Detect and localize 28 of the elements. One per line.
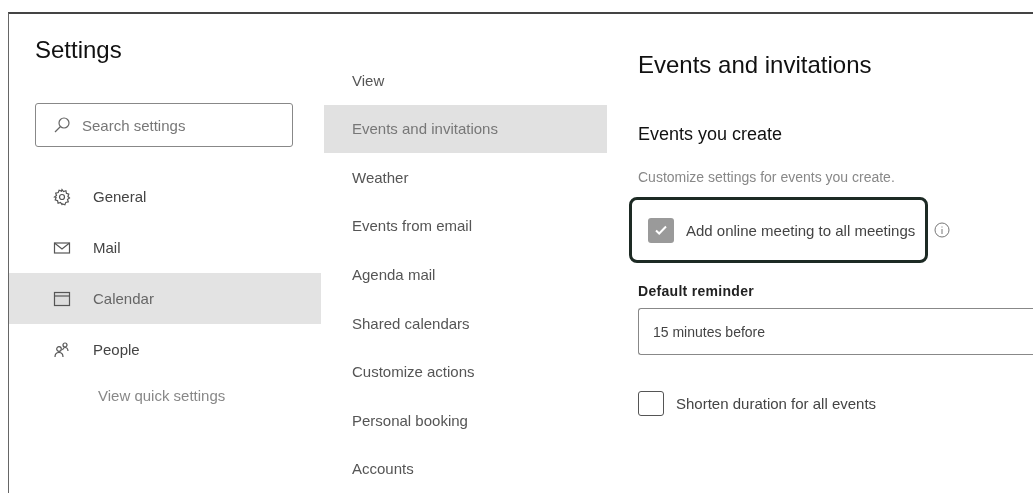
subnav-item[interactable]: Agenda mail	[324, 250, 607, 299]
people-icon	[53, 340, 71, 359]
subnav-item[interactable]: Events from email	[324, 201, 607, 251]
reminder-dropdown[interactable]: 15 minutes before	[638, 308, 1033, 355]
checkbox-label: Add online meeting to all meetings	[686, 221, 916, 239]
subnav-item[interactable]: Weather	[324, 153, 607, 202]
section-heading: Events you create	[638, 124, 784, 145]
subnav-item[interactable]: View	[324, 56, 607, 105]
calendar-icon	[53, 289, 71, 308]
subnav-item[interactable]: Shared calendars	[324, 298, 607, 348]
section-description: Customize settings for events you create.	[638, 169, 896, 185]
info-icon[interactable]	[934, 222, 951, 238]
nav-item[interactable]: People	[9, 324, 321, 375]
subnav-item[interactable]: Accounts	[324, 444, 607, 493]
checkbox-label: Shorten duration for all events	[676, 395, 877, 412]
subnav-item[interactable]: Personal booking	[324, 395, 607, 445]
nav-item[interactable]: Calendar	[9, 273, 321, 324]
search-field[interactable]: Search settings	[35, 103, 293, 147]
page-title: Events and invitations	[638, 51, 873, 79]
settings-title: Settings	[34, 35, 123, 65]
nav-item[interactable]: General	[9, 171, 321, 222]
quick-settings-link[interactable]: View quick settings	[9, 387, 321, 404]
checkbox[interactable]	[638, 391, 664, 416]
subnav-item[interactable]: Customize actions	[324, 347, 607, 396]
nav-item[interactable]: Mail	[9, 222, 321, 273]
checkbox[interactable]	[648, 217, 674, 243]
gear-icon	[53, 187, 71, 206]
field-label: Default reminder	[638, 283, 756, 299]
